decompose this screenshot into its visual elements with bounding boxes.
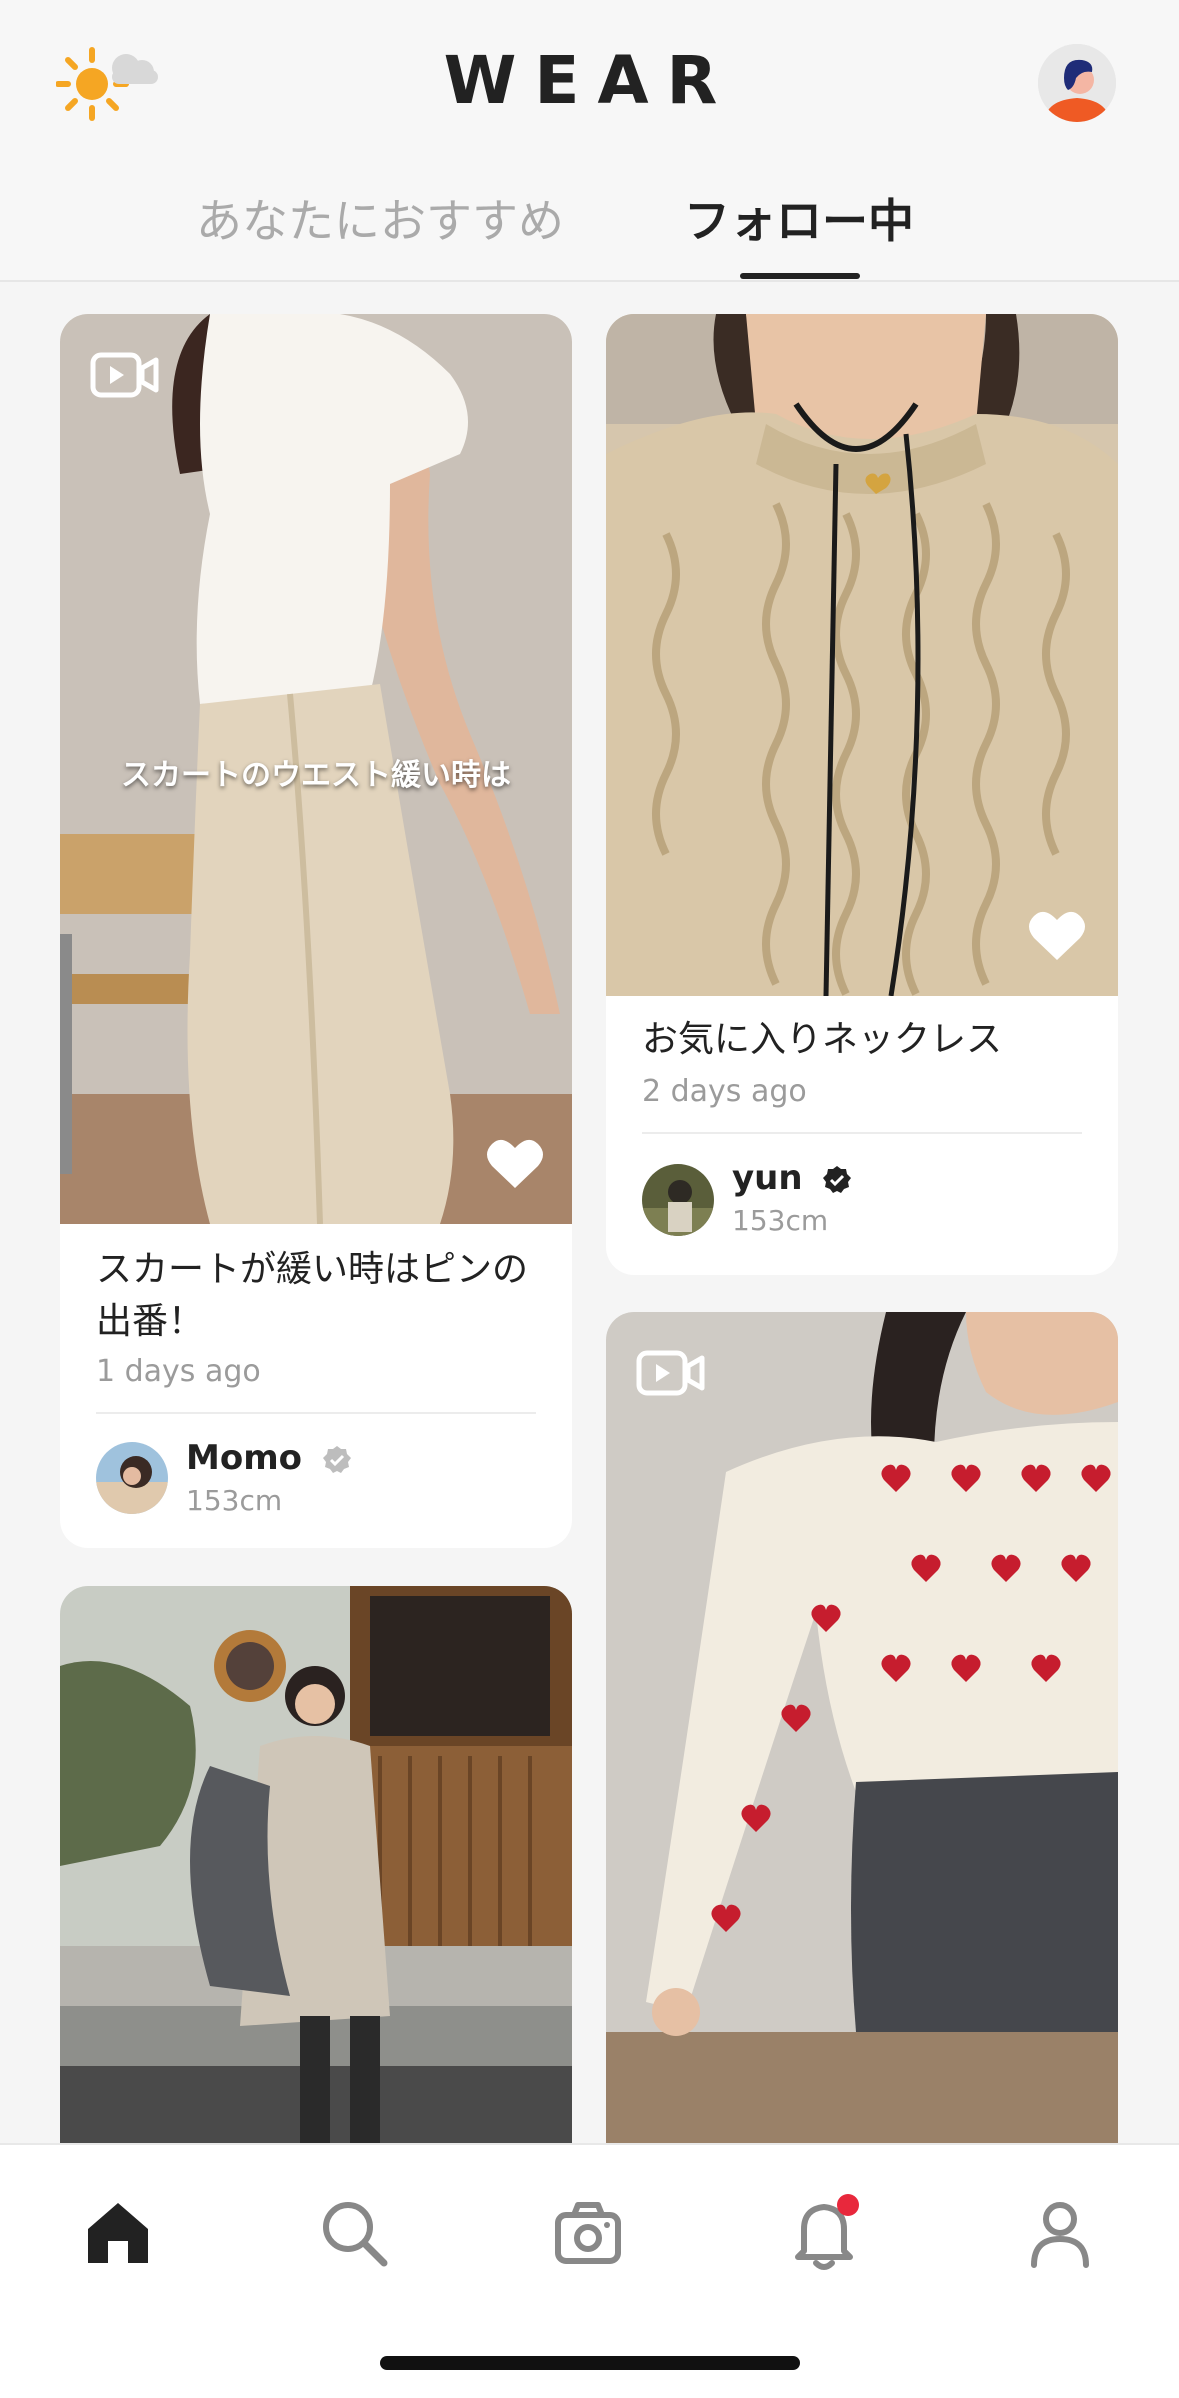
- user-name-text: Momo: [186, 1438, 302, 1478]
- tab-following[interactable]: フォロー中: [684, 185, 914, 251]
- active-tab-indicator: [740, 273, 860, 279]
- post-card[interactable]: [60, 1586, 572, 2206]
- post-photo[interactable]: [60, 1586, 572, 2206]
- post-time: 1 days ago: [96, 1354, 261, 1389]
- heart-icon[interactable]: [484, 1136, 546, 1192]
- search-icon[interactable]: [314, 2193, 394, 2273]
- user-name[interactable]: yun: [732, 1158, 852, 1198]
- verified-badge-icon: [322, 1445, 351, 1473]
- feed-tabs: あなたにおすすめ フォロー中: [0, 185, 1179, 280]
- user-avatar[interactable]: [96, 1442, 168, 1514]
- video-icon: [90, 352, 159, 398]
- bell-icon[interactable]: [784, 2193, 864, 2273]
- home-icon[interactable]: [78, 2193, 158, 2273]
- divider: [96, 1412, 536, 1414]
- user-avatar[interactable]: [642, 1164, 714, 1236]
- post-title: お気に入りネックレス: [642, 1019, 1003, 1060]
- profile-icon[interactable]: [1020, 2193, 1100, 2273]
- notification-badge-dot: [837, 2194, 859, 2216]
- video-icon: [636, 1350, 705, 1396]
- home-indicator[interactable]: [380, 2356, 800, 2370]
- post-photo[interactable]: [606, 1312, 1118, 2206]
- user-height: 153cm: [186, 1484, 283, 1517]
- video-caption-overlay: スカートのウエスト緩い時は: [121, 758, 511, 793]
- post-title: スカートが緩い時はピンの出番！: [96, 1249, 529, 1342]
- heart-icon[interactable]: [1026, 908, 1088, 964]
- post-photo[interactable]: [606, 314, 1118, 996]
- verified-badge-icon: [823, 1165, 852, 1193]
- app-header: WEAR あなたにおすすめ フォロー中: [0, 0, 1179, 282]
- post-card[interactable]: スカートのウエスト緩い時は スカートが緩い時はピンの出番！ 1 days ago…: [60, 314, 572, 1548]
- post-card[interactable]: お気に入りネックレス 2 days ago yun 153cm: [606, 314, 1118, 1275]
- profile-avatar-icon[interactable]: [1038, 44, 1116, 122]
- post-card[interactable]: [606, 1312, 1118, 2206]
- tab-recommended[interactable]: あなたにおすすめ: [196, 185, 564, 251]
- user-name[interactable]: Momo: [186, 1438, 352, 1478]
- app-logo: WEAR: [443, 42, 736, 119]
- divider: [642, 1132, 1082, 1134]
- post-time: 2 days ago: [642, 1074, 807, 1109]
- user-height: 153cm: [732, 1204, 829, 1237]
- camera-icon[interactable]: [548, 2193, 628, 2273]
- user-name-text: yun: [732, 1158, 803, 1198]
